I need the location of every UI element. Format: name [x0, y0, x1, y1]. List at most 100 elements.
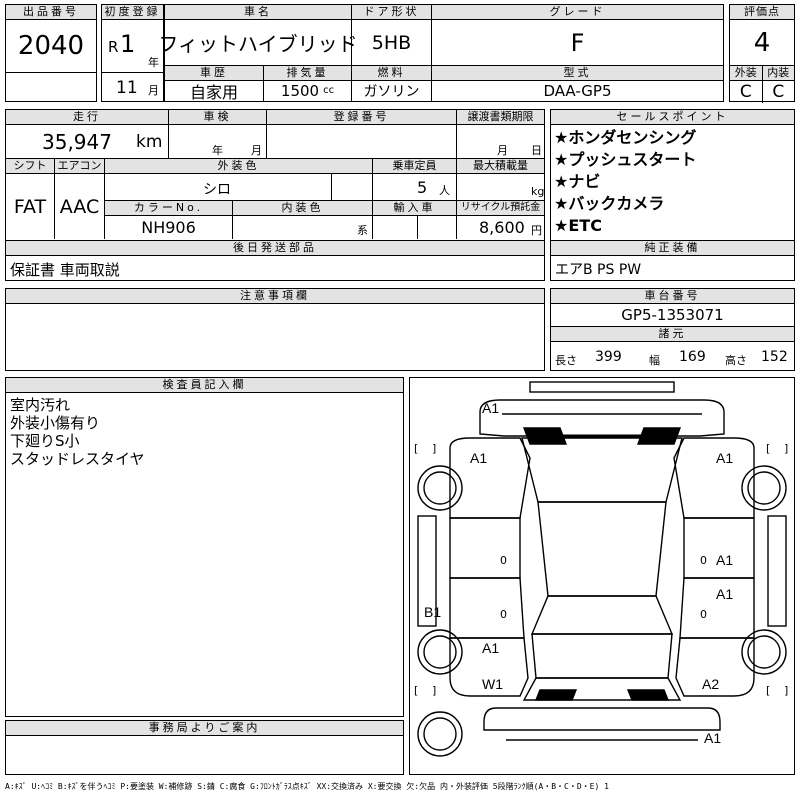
door-header: ドア形状 [351, 5, 431, 20]
score-box: 評価点 4 外装 内装 C C [729, 4, 795, 103]
mileage-unit: km [136, 132, 163, 152]
car-name: フィットハイブリッド [158, 32, 358, 56]
svg-text:[: [ [766, 442, 770, 455]
mark-right-lower: A1 [716, 586, 734, 602]
mark-left-rear: B1 [424, 604, 442, 620]
chassis-number: GP5-1353071 [621, 306, 724, 324]
transfer-header: 譲渡書類期限 [456, 110, 544, 125]
inspector-note: 下廻りS小 [10, 432, 80, 450]
capacity-header: 乗車定員 [372, 159, 456, 174]
dimensions-row: 長さ 399 幅 169 高さ 152 [551, 342, 794, 372]
inspector-note: スタッドレスタイヤ [10, 450, 145, 468]
svg-text:0: 0 [500, 554, 507, 567]
inspection-year-unit: 年 [212, 144, 223, 157]
svg-text:[: [ [414, 684, 418, 697]
mileage-row: 走行 車検 登録番号 譲渡書類期限 35,947 km 年 月 月 日 [5, 109, 545, 159]
era: R [108, 38, 119, 56]
model-value: DAA-GP5 [431, 80, 723, 101]
ext-int-headers: 外装 内装 [730, 65, 794, 81]
selling-points-header: セールスポイント [551, 110, 794, 125]
spec-box: シフト エアコン 外装色 乗車定員 最大積載量 FAT AAC シロ 5 人 k… [5, 159, 545, 241]
car-name-header: 車名 [165, 5, 351, 20]
capacity-unit: 人 [439, 184, 450, 197]
color-no-value: NH906 [104, 215, 232, 239]
ext-color-header: 外装色 [104, 159, 372, 174]
exterior-header: 外装 [730, 66, 762, 81]
later-parts-value: 保証書 車両取説 [10, 261, 120, 279]
selling-points-box: セールスポイント ★ホンダセンシング ★プッシュスタート ★ナビ ★バックカメラ… [550, 109, 795, 241]
reg-month: 11 [116, 78, 138, 98]
max-load-unit: kg [531, 185, 545, 198]
lot-box: 出品番号 2040 [5, 4, 97, 102]
lot-blank [6, 72, 96, 103]
equipment-box: 純正装備 エアB PS PW [550, 241, 795, 281]
year-unit: 年 [148, 56, 159, 69]
svg-text:]: ] [432, 442, 436, 455]
later-parts-header: 後日発送部品 [6, 241, 544, 256]
score-header: 評価点 [730, 5, 794, 20]
interior-grade: C [761, 81, 795, 103]
selling-point-item: ★ホンダセンシング [554, 128, 697, 147]
height-value: 152 [761, 349, 788, 365]
office-header: 事務局よりご案内 [6, 721, 403, 736]
mileage-cell: 35,947 km [6, 125, 168, 158]
caution-header: 注意事項欄 [6, 289, 544, 304]
inspector-notes: 室内汚れ 外装小傷有り 下廻りS小 スタッドレスタイヤ [6, 393, 403, 468]
shift-value: FAT [13, 195, 47, 218]
aircon-value: AAC [54, 174, 104, 239]
capacity-cell: 5 人 [372, 174, 456, 200]
displacement-header: 排気量 [263, 65, 351, 81]
height-label: 高さ [725, 354, 747, 367]
office-box: 事務局よりご案内 [5, 720, 404, 775]
first-reg-month-area: 11 月 [102, 72, 163, 103]
lot-header: 出品番号 [6, 5, 96, 20]
mark-front-left: A1 [470, 450, 488, 466]
color-no-header: カラーNo. [104, 200, 232, 216]
import-header: 輸入車 [372, 200, 456, 216]
int-color-header: 内装色 [232, 200, 372, 216]
transfer-day-unit: 日 [531, 144, 542, 157]
displacement-unit: cc [323, 85, 335, 96]
svg-text:0: 0 [500, 608, 507, 621]
score-value: 4 [753, 27, 771, 58]
selling-point-item: ★プッシュスタート [554, 150, 697, 169]
legend-text: A:ｷｽﾞ U:ﾍｺﾐ B:ｷｽﾞを伴うﾍｺﾐ P:要塗装 W:補修跡 S:錆 … [5, 782, 609, 791]
width-value: 169 [679, 349, 706, 365]
door-type: 5HB [351, 20, 431, 65]
vehicle-box: 車名 ドア形状 グレード フィットハイブリッド 5HB F 車歴 排気量 燃料 … [158, 4, 724, 102]
length-value: 399 [595, 349, 622, 365]
svg-text:[: [ [766, 684, 770, 697]
ext-int-values: C C [730, 81, 794, 103]
selling-point-item: ★ETC [554, 216, 602, 235]
reg-no-cell [266, 125, 456, 158]
grade-header: グレード [431, 5, 723, 20]
int-color-cell: 系 [232, 215, 372, 239]
recycle-cell: 8,600 円 [456, 215, 544, 239]
model-header: 型式 [431, 65, 723, 81]
first-reg-year-area: R 1 年 [102, 20, 163, 72]
equipment-header: 純正装備 [551, 241, 794, 256]
svg-text:[: [ [414, 442, 418, 455]
inspector-note: 外装小傷有り [10, 414, 101, 432]
svg-text:0: 0 [700, 608, 707, 621]
recycle-unit: 円 [531, 224, 542, 237]
recycle-header: リサイクル預託金 [456, 200, 544, 216]
inspection-month-unit: 月 [251, 144, 262, 157]
svg-text:]: ] [784, 442, 788, 455]
import-sub [417, 215, 457, 239]
inspection-header: 車検 [168, 110, 266, 125]
grade-value: F [431, 20, 723, 65]
inspector-note: 室内汚れ [10, 396, 71, 414]
fuel-header: 燃料 [351, 65, 431, 81]
capacity-value: 5 [417, 178, 428, 197]
transfer-month-unit: 月 [497, 144, 508, 157]
mark-rear-left: W1 [482, 676, 503, 692]
reg-year: 1 [120, 30, 136, 58]
fuel-value: ガソリン [351, 80, 431, 101]
mark-right-upper: A1 [716, 552, 734, 568]
selling-point-item: ★ナビ [554, 172, 601, 191]
length-label: 長さ [555, 354, 577, 367]
reg-no-header: 登録番号 [266, 110, 456, 125]
history-value: 自家用 [189, 82, 238, 102]
later-parts-box: 後日発送部品 保証書 車両取説 [5, 241, 545, 281]
